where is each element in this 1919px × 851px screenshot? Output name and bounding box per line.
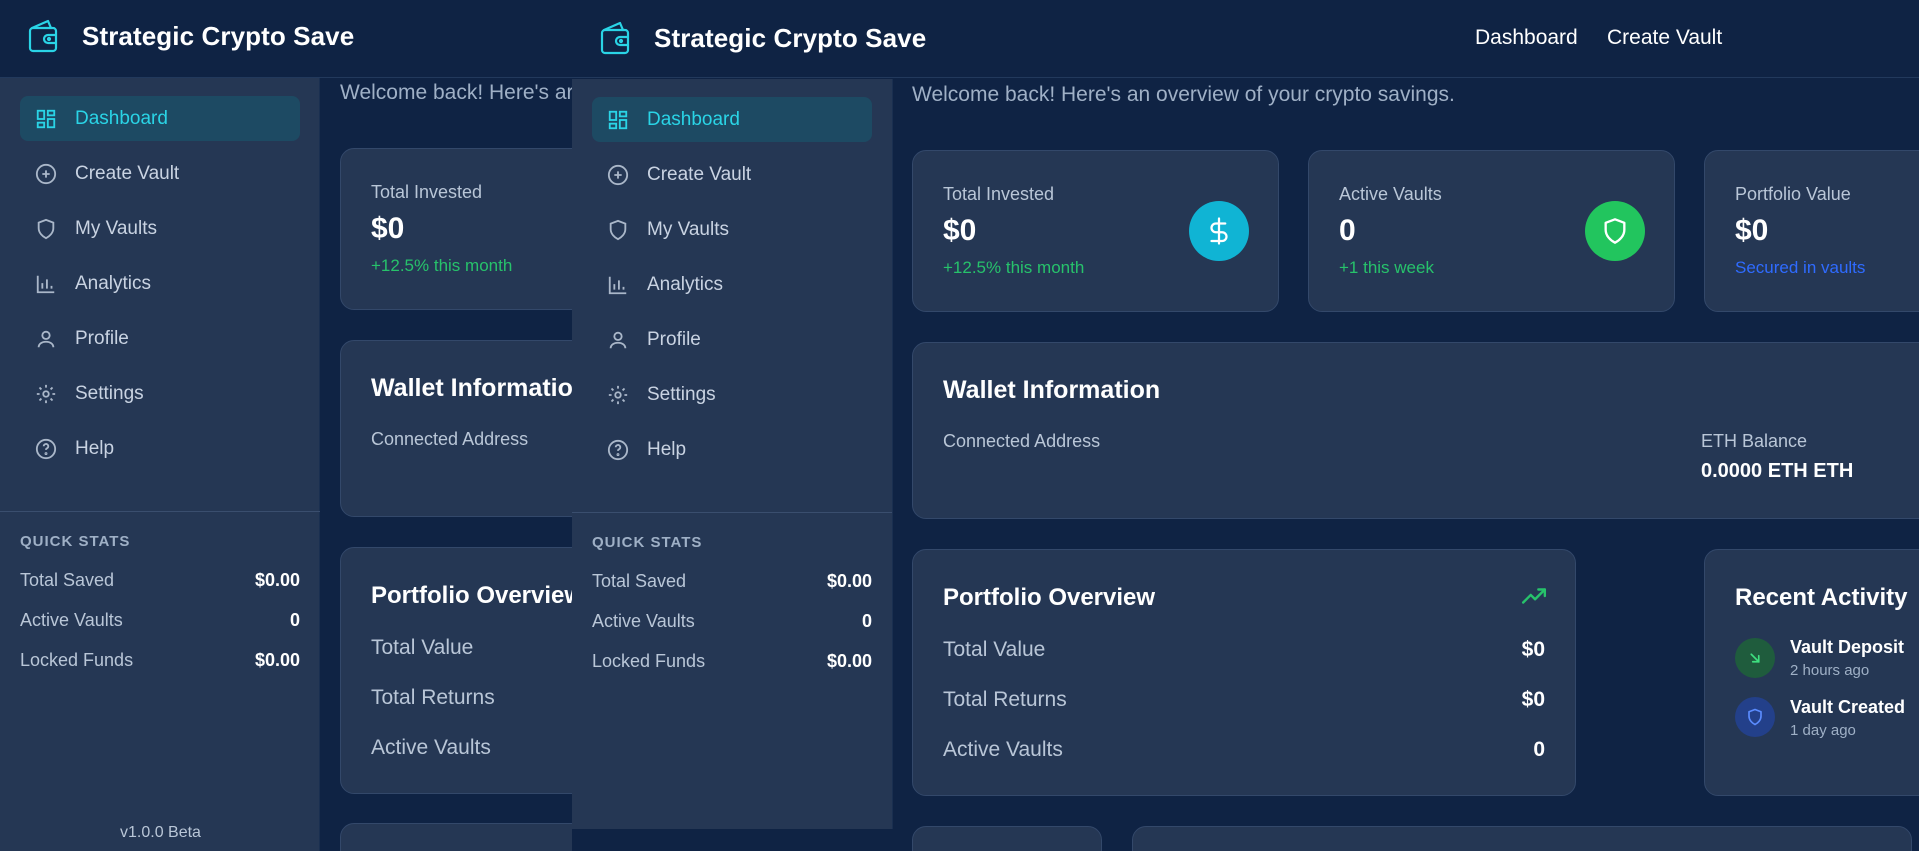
dashboard-icon (34, 107, 58, 131)
sidebar-item-label: Analytics (647, 273, 724, 295)
welcome-text: Welcome back! Here's ar (340, 81, 574, 104)
logo[interactable]: Strategic Crypto Save (600, 20, 926, 56)
bottom-card (912, 826, 1102, 851)
active-vaults-card: Active Vaults 0 +1 this week (1308, 150, 1675, 312)
total-value: $0 (1521, 638, 1545, 661)
sidebar-item-label: Help (75, 437, 115, 459)
total-invested-card: Total Invested $0 +12.5% this month (340, 148, 600, 310)
sidebar-item-label: Dashboard (647, 108, 740, 130)
bar-chart-icon (606, 273, 630, 297)
quick-stat-active-vaults: Active Vaults 0 (20, 610, 300, 630)
quick-stat-locked-funds: Locked Funds $0.00 (20, 650, 300, 670)
trending-up-icon (1521, 586, 1547, 611)
sidebar-divider (572, 512, 892, 513)
wallet-title: Wallet Information (943, 376, 1161, 404)
sidebar-item-help[interactable]: Help (20, 426, 300, 471)
eth-balance-value: 0.0000 ETH ETH (1701, 460, 1854, 482)
sidebar-item-profile[interactable]: Profile (20, 316, 300, 361)
overlay-window: Strategic Crypto Save Dashboard Create V… (572, 0, 1919, 851)
wallet-icon (28, 18, 60, 54)
shield-icon (606, 218, 630, 242)
portfolio-overview-card: Portfolio Overview Total Value $0 Total … (912, 549, 1576, 796)
quick-stat-total-saved: Total Saved $0.00 (20, 570, 300, 590)
active-vaults-count: 0 (1533, 738, 1545, 761)
bar-chart-icon (34, 272, 58, 296)
sidebar-item-settings[interactable]: Settings (592, 372, 872, 417)
help-circle-icon (34, 437, 58, 461)
welcome-text: Welcome back! Here's an overview of your… (912, 83, 1455, 106)
dashboard-icon (606, 108, 630, 132)
connected-address-label: Connected Address (943, 431, 1101, 451)
sidebar-item-label: My Vaults (647, 218, 730, 240)
shield-icon (34, 217, 58, 241)
sidebar-item-analytics[interactable]: Analytics (20, 261, 300, 306)
shield-icon (1735, 697, 1775, 737)
portfolio-overview-card: Portfolio Overview Total Value Total Ret… (340, 547, 600, 794)
plus-circle-icon (34, 162, 58, 186)
user-icon (606, 328, 630, 352)
sidebar-item-analytics[interactable]: Analytics (592, 262, 872, 307)
gear-icon (606, 383, 630, 407)
nav-create-vault-link[interactable]: Create Vault (1607, 26, 1722, 50)
recent-activity-title: Recent Activity (1735, 584, 1908, 611)
bottom-card (1132, 826, 1912, 851)
sidebar-item-label: Help (647, 438, 687, 460)
total-returns: $0 (1521, 688, 1545, 711)
recent-activity-card: Recent Activity Vault Deposit 2 hours ag… (1704, 549, 1919, 796)
sidebar-item-create-vault[interactable]: Create Vault (20, 151, 300, 196)
sidebar-item-label: Create Vault (647, 163, 752, 185)
nav-dashboard-link[interactable]: Dashboard (1475, 26, 1578, 50)
arrow-down-right-icon (1735, 638, 1775, 678)
wallet-info-card: Wallet Informatio Connected Address (340, 340, 600, 517)
sidebar-item-label: Create Vault (75, 162, 180, 184)
wallet-icon (600, 20, 632, 56)
portfolio-value-card: Portfolio Value $0 Secured in vaults (1704, 150, 1919, 312)
bottom-card (340, 823, 600, 851)
dollar-icon (1189, 201, 1249, 261)
sidebar-item-help[interactable]: Help (592, 427, 872, 472)
sidebar-item-label: Analytics (75, 272, 152, 294)
sidebar-item-create-vault[interactable]: Create Vault (592, 152, 872, 197)
sidebar-divider (0, 511, 320, 512)
app-title: Strategic Crypto Save (654, 22, 927, 53)
sidebar-item-settings[interactable]: Settings (20, 371, 300, 416)
sidebar-item-label: My Vaults (75, 217, 158, 239)
quick-stat-active-vaults: Active Vaults 0 (592, 611, 872, 631)
quick-stats-title: QUICK STATS (592, 534, 703, 551)
sidebar-item-label: Settings (75, 382, 144, 404)
portfolio-title: Portfolio Overview (943, 584, 1156, 611)
shield-icon (1585, 201, 1645, 261)
quick-stats-title: QUICK STATS (20, 533, 131, 550)
total-invested-card: Total Invested $0 +12.5% this month (912, 150, 1279, 312)
user-icon (34, 327, 58, 351)
sidebar-item-label: Dashboard (75, 107, 168, 129)
sidebar-item-label: Settings (647, 383, 716, 405)
background-logo: Strategic Crypto Save (28, 18, 354, 54)
help-circle-icon (606, 438, 630, 462)
sidebar-item-dashboard[interactable]: Dashboard (592, 97, 872, 142)
sidebar-item-label: Profile (647, 328, 701, 350)
plus-circle-icon (606, 163, 630, 187)
quick-stat-locked-funds: Locked Funds $0.00 (592, 651, 872, 671)
sidebar-item-label: Profile (75, 327, 129, 349)
sidebar-border (892, 79, 893, 829)
background-sidebar: Dashboard Create Vault My Vaults Analyti… (0, 78, 320, 851)
eth-balance-label: ETH Balance (1701, 431, 1808, 451)
wallet-info-card: Wallet Information Connected Address ETH… (912, 342, 1919, 519)
version-label: v1.0.0 Beta (120, 824, 201, 841)
sidebar-item-profile[interactable]: Profile (592, 317, 872, 362)
quick-stat-total-saved: Total Saved $0.00 (592, 571, 872, 591)
sidebar: Dashboard Create Vault My Vaults Analyti… (572, 79, 892, 829)
sidebar-item-my-vaults[interactable]: My Vaults (592, 207, 872, 252)
app-title: Strategic Crypto Save (82, 20, 355, 51)
gear-icon (34, 382, 58, 406)
sidebar-item-dashboard[interactable]: Dashboard (20, 96, 300, 141)
sidebar-item-my-vaults[interactable]: My Vaults (20, 206, 300, 251)
